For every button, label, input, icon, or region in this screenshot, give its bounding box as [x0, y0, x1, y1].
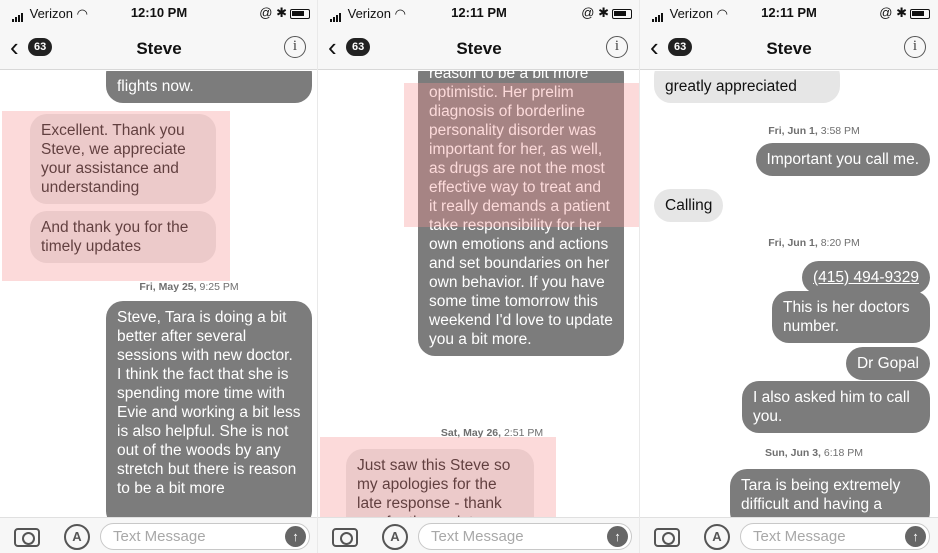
- outgoing-message: flights now.: [106, 71, 312, 103]
- outgoing-message: I also asked him to call you.: [742, 381, 930, 433]
- battery-icon: [910, 8, 930, 19]
- bluetooth-icon: @ ✱: [259, 5, 287, 20]
- phone-screen-3: Verizon ◠ 12:11 PM @ ✱ ‹ 63 Steve i grea…: [640, 0, 938, 553]
- phone-number-link[interactable]: (415) 494-9329: [802, 261, 930, 294]
- battery-icon: [612, 8, 632, 19]
- incoming-message: Excellent. Thank you Steve, we appreciat…: [30, 114, 216, 204]
- timestamp: Fri, Jun 1, 3:58 PM: [768, 125, 860, 137]
- compose-bar: A Text Message ↑: [318, 517, 640, 553]
- conversation-header: ‹ 63 Steve i: [0, 26, 318, 70]
- contact-name[interactable]: Steve: [318, 39, 640, 59]
- outgoing-message: Important you call me.: [755, 143, 930, 176]
- outgoing-message: Tara is being extremely difficult and ha…: [730, 469, 930, 517]
- send-arrow-icon[interactable]: ↑: [285, 526, 306, 547]
- send-arrow-icon[interactable]: ↑: [607, 526, 628, 547]
- incoming-message: Calling: [654, 189, 724, 222]
- outgoing-message: This is her doctors number.: [772, 291, 930, 343]
- app-store-icon[interactable]: A: [382, 524, 408, 550]
- app-store-icon[interactable]: A: [64, 524, 90, 550]
- bluetooth-icon: @ ✱: [581, 5, 609, 20]
- contact-name[interactable]: Steve: [640, 39, 938, 59]
- incoming-message: Just saw this Steve so my apologies for …: [346, 449, 534, 517]
- info-icon[interactable]: i: [904, 36, 926, 58]
- conversation-header: ‹ 63 Steve i: [318, 26, 640, 70]
- incoming-message: And thank you for the timely updates: [30, 211, 216, 263]
- info-icon[interactable]: i: [606, 36, 628, 58]
- status-bar: Verizon ◠ 12:10 PM @ ✱: [0, 0, 318, 26]
- message-thread[interactable]: greatly appreciated Fri, Jun 1, 3:58 PM …: [640, 71, 938, 517]
- timestamp: Sat, May 26, 2:51 PM: [440, 427, 544, 439]
- camera-icon[interactable]: [654, 528, 680, 547]
- bluetooth-icon: @ ✱: [879, 5, 907, 20]
- incoming-message: greatly appreciated: [654, 71, 840, 103]
- message-input[interactable]: Text Message ↑: [418, 523, 632, 550]
- camera-icon[interactable]: [14, 528, 40, 547]
- outgoing-message: Dr Gopal: [845, 347, 930, 380]
- compose-bar: A Text Message ↑: [640, 517, 938, 553]
- message-input[interactable]: Text Message ↑: [100, 523, 310, 550]
- status-bar: Verizon ◠ 12:11 PM @ ✱: [640, 0, 938, 26]
- app-store-icon[interactable]: A: [704, 524, 730, 550]
- timestamp: Fri, Jun 1, 8:20 PM: [768, 237, 860, 249]
- outgoing-message: reason to be a bit more optimistic. Her …: [418, 71, 624, 356]
- conversation-header: ‹ 63 Steve i: [640, 26, 938, 70]
- timestamp: Sun, Jun 3, 6:18 PM: [764, 447, 864, 459]
- contact-name[interactable]: Steve: [0, 39, 318, 59]
- message-thread[interactable]: flights now. Excellent. Thank you Steve,…: [0, 71, 318, 517]
- timestamp: Fri, May 25, 9:25 PM: [139, 281, 239, 293]
- send-arrow-icon[interactable]: ↑: [905, 526, 926, 547]
- phone-screen-1: Verizon ◠ 12:10 PM @ ✱ ‹ 63 Steve i flig…: [0, 0, 318, 553]
- info-icon[interactable]: i: [284, 36, 306, 58]
- camera-icon[interactable]: [332, 528, 358, 547]
- battery-icon: [290, 8, 310, 19]
- status-bar: Verizon ◠ 12:11 PM @ ✱: [318, 0, 640, 26]
- phone-screen-2: Verizon ◠ 12:11 PM @ ✱ ‹ 63 Steve i reas…: [318, 0, 640, 553]
- compose-bar: A Text Message ↑: [0, 517, 318, 553]
- message-input[interactable]: Text Message ↑: [740, 523, 930, 550]
- message-thread[interactable]: reason to be a bit more optimistic. Her …: [318, 71, 640, 517]
- outgoing-message: Steve, Tara is doing a bit better after …: [106, 301, 312, 517]
